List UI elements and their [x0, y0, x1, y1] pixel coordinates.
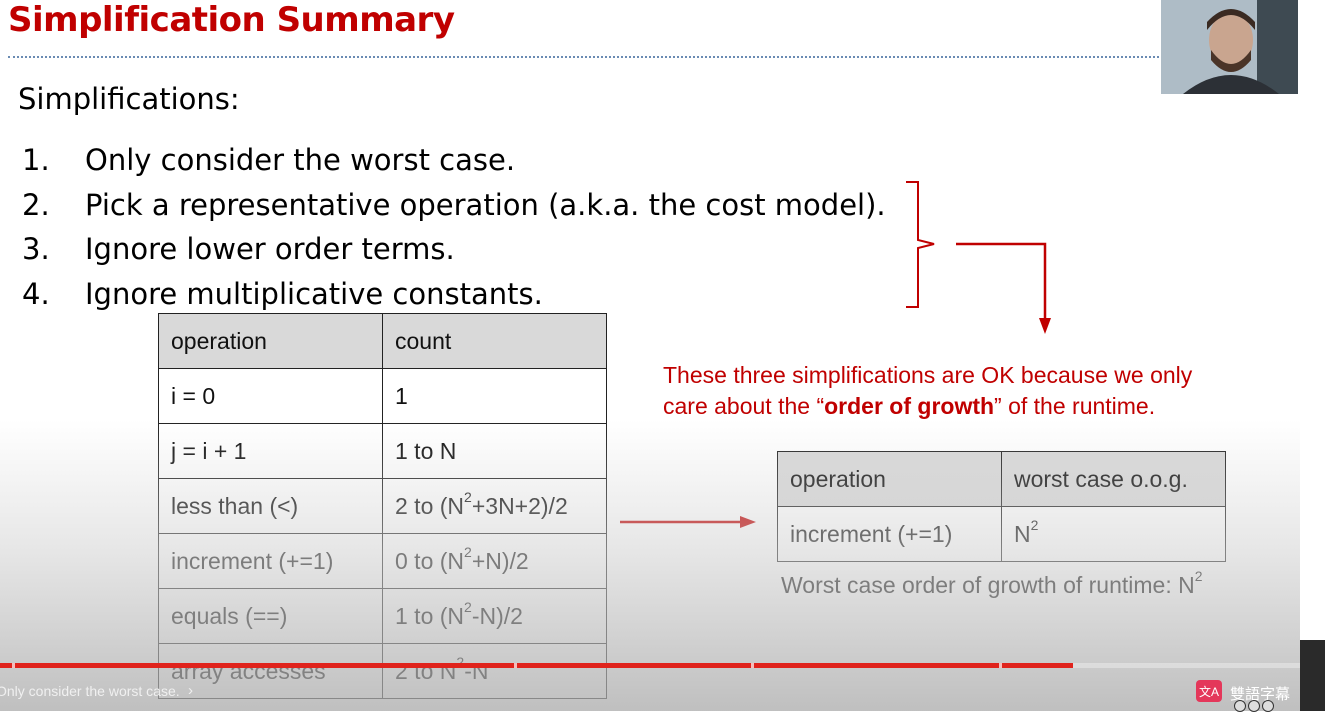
operation-cell: increment (+=1)	[777, 506, 1002, 562]
table-row: j = i + 1 1 to N	[158, 423, 607, 479]
list-item: 2. Pick a representative operation (a.k.a…	[22, 183, 886, 228]
simplifications-heading: Simplifications:	[18, 82, 240, 116]
license-icons	[1234, 700, 1274, 712]
count-cell: 1 to N	[382, 423, 607, 479]
chapter-marker	[12, 663, 15, 668]
list-text: Only consider the worst case.	[85, 143, 516, 178]
operation-cell: increment (+=1)	[158, 533, 383, 589]
sa-icon	[1262, 700, 1274, 712]
presenter-video	[1161, 0, 1298, 94]
title-divider	[8, 56, 1163, 58]
exponent: 2	[1030, 516, 1039, 533]
worst-case-table: operation worst case o.o.g. increment (+…	[777, 451, 1226, 562]
cc-icon	[1234, 700, 1246, 712]
note-text-before: care about the “	[663, 393, 825, 419]
count-cell: 1 to (N2-N)/2	[382, 588, 607, 644]
chapter-title[interactable]: Only consider the worst case.	[0, 683, 180, 699]
table-header-row: operation count	[158, 313, 607, 369]
header-cell-operation: operation	[158, 313, 383, 369]
slide-title: Simplification Summary	[8, 0, 455, 40]
table-row: increment (+=1) N2	[777, 506, 1226, 562]
header-cell-worst-case: worst case o.o.g.	[1001, 451, 1226, 507]
table-header-row: operation worst case o.o.g.	[777, 451, 1226, 507]
table-row: less than (<) 2 to (N2+3N+2)/2	[158, 478, 607, 534]
list-text: Ignore multiplicative constants.	[85, 276, 543, 311]
curly-brace	[906, 181, 935, 308]
count-cell: 1	[382, 368, 607, 424]
arrow-head-down	[1039, 318, 1051, 334]
player-control-edge	[1300, 640, 1325, 711]
worst-case-caption: Worst case order of growth of runtime: N…	[781, 569, 1203, 599]
count-cell: 0 to (N2+N)/2	[382, 533, 607, 589]
caption-exponent: 2	[1194, 568, 1203, 584]
list-item: 4. Ignore multiplicative constants.	[22, 272, 886, 317]
note-text-after: ” of the runtime.	[994, 393, 1156, 419]
list-number: 1.	[22, 143, 50, 178]
lecture-slide: Simplification Summary Simplifications: …	[0, 0, 1300, 711]
by-icon	[1248, 700, 1260, 712]
count-cell: 2 to (N2+3N+2)/2	[382, 478, 607, 534]
list-number: 2.	[22, 187, 50, 222]
arrow-head-right	[740, 516, 756, 528]
list-item: 3. Ignore lower order terms.	[22, 227, 886, 272]
list-item: 1. Only consider the worst case.	[22, 138, 886, 183]
simplifications-list: 1. Only consider the worst case. 2. Pick a…	[22, 138, 886, 316]
operation-cell: j = i + 1	[158, 423, 383, 479]
video-progress-bar[interactable]	[0, 663, 1300, 668]
chevron-right-icon[interactable]: ›	[188, 682, 193, 699]
exponent: 2	[464, 488, 472, 505]
table-row: i = 0 1	[158, 368, 607, 424]
header-cell-count: count	[382, 313, 607, 369]
operation-cell: less than (<)	[158, 478, 383, 534]
operation-count-table: operation count i = 0 1 j = i + 1 1 to N…	[158, 313, 607, 699]
note-emphasis: order of growth	[824, 393, 995, 419]
progress-played	[0, 663, 1074, 668]
operation-cell: equals (==)	[158, 588, 383, 644]
count-cell: 2 to N2-N	[382, 643, 607, 699]
chapter-marker	[999, 663, 1002, 668]
list-number: 3.	[22, 232, 50, 267]
table-row: array accesses 2 to N2-N	[158, 643, 607, 699]
chapter-marker	[514, 663, 517, 668]
order-of-growth-note: These three simplifications are OK becau…	[663, 360, 1192, 422]
list-text: Ignore lower order terms.	[85, 232, 455, 267]
chapter-marker	[751, 663, 754, 668]
table-row: equals (==) 1 to (N2-N)/2	[158, 588, 607, 644]
bilingual-subtitle-icon[interactable]: 文A	[1196, 680, 1222, 702]
list-number: 4.	[22, 276, 50, 311]
elbow-arrow-line	[956, 242, 1047, 322]
caption-text: Worst case order of growth of runtime: N	[781, 572, 1195, 598]
note-line-1: These three simplifications are OK becau…	[663, 362, 1193, 388]
oog-cell: N2	[1001, 506, 1226, 562]
exponent: 2	[464, 598, 472, 615]
table-row: increment (+=1) 0 to (N2+N)/2	[158, 533, 607, 589]
list-text: Pick a representative operation (a.k.a. …	[85, 187, 886, 222]
operation-cell: i = 0	[158, 368, 383, 424]
exponent: 2	[464, 543, 472, 560]
right-edge-strip	[1300, 0, 1325, 711]
header-cell-operation: operation	[777, 451, 1002, 507]
webcam-overlay	[1161, 0, 1298, 94]
note-line-2: care about the “order of growth” of the …	[663, 391, 1192, 422]
